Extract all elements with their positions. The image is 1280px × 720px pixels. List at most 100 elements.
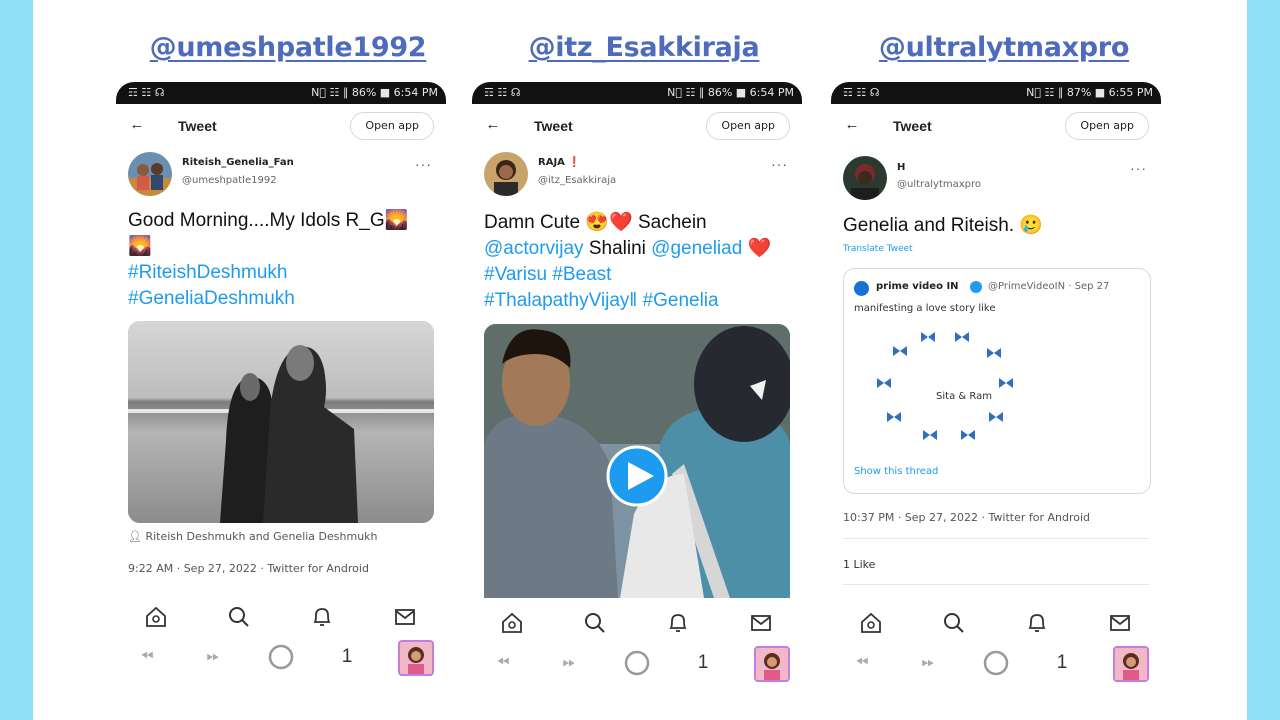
back-arrow-icon[interactable]: ← <box>841 114 863 136</box>
open-app-button[interactable]: Open app <box>1065 112 1149 140</box>
hashtag-link[interactable]: #GeneliaDeshmukh <box>128 286 434 312</box>
system-nav-bar: ⏪︎ ⏩︎ 1 <box>472 642 802 686</box>
hashtag-link[interactable]: #Varisu #Beast <box>484 262 790 288</box>
status-bar: ☶ ☷ ☊ N⃠ ☷ ∥ 87% ■ 6:55 PM <box>831 82 1161 104</box>
hashtag-link[interactable]: #RiteishDeshmukh <box>128 260 434 286</box>
tab-count[interactable]: 1 <box>688 648 718 678</box>
mention-link[interactable]: @geneliad <box>651 238 742 259</box>
system-nav-bar: ⏪︎ ⏩︎ 1 <box>116 636 446 680</box>
bottom-tab-bar <box>472 602 802 642</box>
bell-icon[interactable] <box>1024 610 1050 636</box>
back-arrow-icon[interactable]: ← <box>126 114 148 136</box>
profile-avatar[interactable] <box>1113 646 1149 682</box>
fast-forward-icon[interactable]: ⏩︎ <box>198 642 228 672</box>
verified-badge-icon <box>970 281 982 293</box>
status-icons-left: ☶ ☷ ☊ <box>484 86 521 99</box>
tweet-text-line: Damn Cute 😍❤️ Sachein <box>484 212 707 233</box>
rewind-icon[interactable]: ⏪︎ <box>132 642 162 672</box>
quoted-handle-date: @PrimeVideoIN · Sep 27 <box>988 281 1110 292</box>
avatar[interactable] <box>128 152 172 196</box>
user-handle[interactable]: @itz_Esakkiraja <box>538 175 616 186</box>
bottom-tab-bar <box>116 596 446 636</box>
open-app-button[interactable]: Open app <box>350 112 434 140</box>
home-icon[interactable] <box>143 604 169 630</box>
column-heading-3: @ultralytmaxpro <box>878 32 1130 63</box>
tweet-text-fragment: Shalini <box>583 238 652 259</box>
home-circle-icon[interactable] <box>981 648 1011 678</box>
mail-icon[interactable] <box>1107 610 1133 636</box>
profile-avatar[interactable] <box>754 646 790 682</box>
mail-icon[interactable] <box>748 610 774 636</box>
tweet-text: Genelia and Riteish. 🥲 <box>843 215 1044 236</box>
search-icon[interactable] <box>226 604 252 630</box>
user-handle[interactable]: @ultralytmaxpro <box>897 179 981 190</box>
hashtag-link[interactable]: #ThalapathyVijay‖ #Genelia <box>484 288 790 314</box>
search-icon[interactable] <box>941 610 967 636</box>
fast-forward-icon[interactable]: ⏩︎ <box>554 648 584 678</box>
avatar[interactable] <box>484 152 528 196</box>
header-title: Tweet <box>893 118 932 134</box>
divider <box>843 538 1149 539</box>
tweet-photo[interactable] <box>128 321 434 523</box>
back-arrow-icon[interactable]: ← <box>482 114 504 136</box>
tab-count[interactable]: 1 <box>332 642 362 672</box>
display-name[interactable]: Riteish_Genelia_Fan <box>182 157 294 168</box>
tweet-text: Damn Cute 😍❤️ Sachein @actorvijay Shalin… <box>484 210 790 314</box>
header-title: Tweet <box>534 118 573 134</box>
photo-tag[interactable]: 👤︎ Riteish Deshmukh and Genelia Deshmukh <box>128 530 378 543</box>
display-name[interactable]: RAJA ❗ <box>538 157 581 168</box>
home-circle-icon[interactable] <box>622 648 652 678</box>
home-icon[interactable] <box>858 610 884 636</box>
status-icons-right: N⃠ ☷ ∥ 86% ■ 6:54 PM <box>667 86 794 99</box>
phone-screenshot-2: ☶ ☷ ☊ N⃠ ☷ ∥ 86% ■ 6:54 PM ← Tweet Open … <box>472 82 802 696</box>
search-icon[interactable] <box>582 610 608 636</box>
tweet-header: ← Tweet Open app <box>472 104 802 148</box>
rewind-icon[interactable]: ⏪︎ <box>488 648 518 678</box>
quoted-center-text: Sita & Ram <box>936 391 992 402</box>
home-icon[interactable] <box>499 610 525 636</box>
tweet-text: Good Morning....My Idols R_G🌄 🌄 #Riteish… <box>128 208 434 312</box>
user-handle[interactable]: @umeshpatle1992 <box>182 175 277 186</box>
translate-tweet-link[interactable]: Translate Tweet <box>843 244 913 254</box>
prime-video-avatar <box>854 281 869 296</box>
quoted-name: prime video IN <box>876 281 959 292</box>
quoted-text: manifesting a love story like <box>854 303 996 314</box>
quoted-tweet[interactable]: prime video IN @PrimeVideoIN · Sep 27 ma… <box>843 268 1151 494</box>
mention-link[interactable]: @actorvijay <box>484 238 584 259</box>
avatar[interactable] <box>843 156 887 200</box>
status-bar: ☶ ☷ ☊ N⃠ ☷ ∥ 86% ■ 6:54 PM <box>472 82 802 104</box>
show-thread-link[interactable]: Show this thread <box>854 466 938 477</box>
column-heading-2: @itz_Esakkiraja <box>528 32 760 63</box>
tweet-timestamp: 9:22 AM · Sep 27, 2022 · Twitter for And… <box>128 562 369 575</box>
more-options-icon[interactable]: ··· <box>1130 160 1147 176</box>
open-app-button[interactable]: Open app <box>706 112 790 140</box>
home-circle-icon[interactable] <box>266 642 296 672</box>
rewind-icon[interactable]: ⏪︎ <box>847 648 877 678</box>
bottom-tab-bar <box>831 602 1161 642</box>
status-icons-right: N⃠ ☷ ∥ 86% ■ 6:54 PM <box>311 86 438 99</box>
more-options-icon[interactable]: ··· <box>771 156 788 172</box>
person-icon: 👤︎ <box>128 530 142 543</box>
display-name[interactable]: H <box>897 162 905 173</box>
mail-icon[interactable] <box>392 604 418 630</box>
photo-tag-text: Riteish Deshmukh and Genelia Deshmukh <box>145 530 378 543</box>
bell-icon[interactable] <box>665 610 691 636</box>
tweet-text-line: Good Morning....My Idols R_G🌄 🌄 <box>128 210 409 257</box>
status-icons-left: ☶ ☷ ☊ <box>843 86 880 99</box>
tweet-header: ← Tweet Open app <box>831 104 1161 148</box>
more-options-icon[interactable]: ··· <box>415 156 432 172</box>
profile-avatar[interactable] <box>398 640 434 676</box>
tweet-timestamp: 10:37 PM · Sep 27, 2022 · Twitter for An… <box>843 511 1091 524</box>
heart-emoji: ❤️ <box>742 238 772 259</box>
phone-screenshot-3: ☶ ☷ ☊ N⃠ ☷ ∥ 87% ■ 6:55 PM ← Tweet Open … <box>831 82 1161 696</box>
fast-forward-icon[interactable]: ⏩︎ <box>913 648 943 678</box>
phone-screenshot-1: ☶ ☷ ☊ N⃠ ☷ ∥ 86% ■ 6:54 PM ← Tweet Open … <box>116 82 446 696</box>
status-icons-right: N⃠ ☷ ∥ 87% ■ 6:55 PM <box>1026 86 1153 99</box>
tweet-text-line: @actorvijay Shalini @geneliad ❤️ <box>484 236 790 262</box>
tweet-video[interactable] <box>484 324 790 598</box>
likes-count[interactable]: 1 Like <box>843 558 875 571</box>
status-icons-left: ☶ ☷ ☊ <box>128 86 165 99</box>
bell-icon[interactable] <box>309 604 335 630</box>
status-bar: ☶ ☷ ☊ N⃠ ☷ ∥ 86% ■ 6:54 PM <box>116 82 446 104</box>
tab-count[interactable]: 1 <box>1047 648 1077 678</box>
